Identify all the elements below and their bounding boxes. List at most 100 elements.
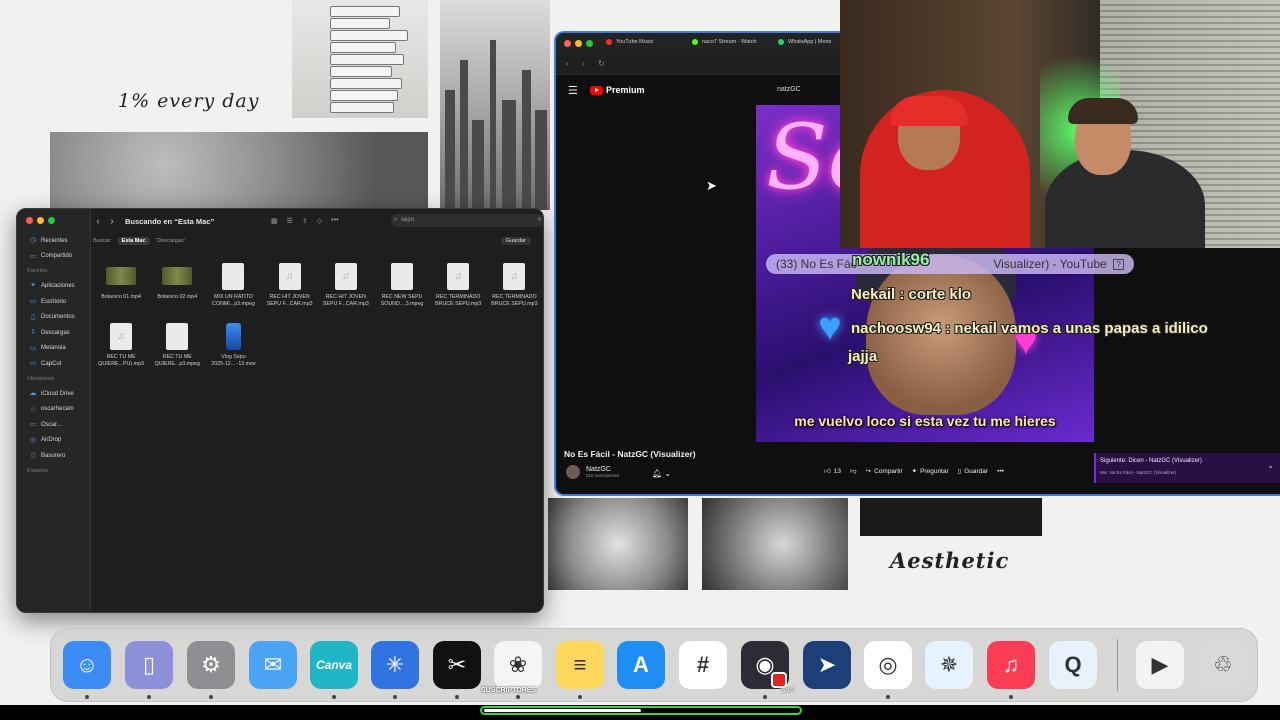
bell-icon[interactable]: 🔔︎ ⌄ [652,469,671,478]
audio-file-icon: ♫ [503,263,526,290]
sidebar-item-metanoia[interactable]: ▭ Metanoia [17,341,91,357]
back-arrow-icon[interactable]: ‹ [91,216,105,227]
sidebar-item-recientes[interactable]: ◷ Recientes [17,233,91,249]
tag-icon[interactable]: ◇ [317,217,322,225]
forward-arrow-icon[interactable]: › [105,216,119,227]
iphone-mirroring-icon[interactable]: ▯ [125,641,173,689]
sidebar-item-oscarhecam[interactable]: ⌂ oscarhecam [17,401,91,417]
search-field[interactable]: ⌕ sepu ✕ [391,214,543,227]
finder-window[interactable]: ◷ Recientes ▭ Compartido Favoritos ✦ Aplicacio… [16,208,544,613]
file-item[interactable]: ♫ REC TERMINADO BRUCE SEPU.mp3 [430,263,486,307]
zoom-button[interactable] [48,217,55,224]
progress-bar[interactable] [480,706,802,715]
file-item[interactable]: ♫ REC TU ME QUIERE...PU).mp3 [93,323,149,367]
ask-button[interactable]: ✦ Preguntar [912,467,949,476]
file-item[interactable]: ♫ REC HIT JOVEN SEPU F...CAR.mp3 [318,263,374,307]
channel-info[interactable]: NatzGC 510 suscriptores [566,465,619,479]
telegram-direct-icon[interactable]: ➤ [803,641,851,689]
dislike-button[interactable]: 👎︎ [850,467,857,475]
app-store-icon[interactable]: A [617,641,665,689]
building-shape [445,90,455,210]
thumbs-down-icon: 👎︎ [850,468,857,475]
sidebar-item-escritorio[interactable]: ▭ Escritorio [17,294,91,310]
clear-search-icon[interactable]: ✕ [537,214,542,227]
group-icon[interactable]: ☰ [287,217,293,225]
forward-arrow-icon[interactable]: › [582,59,585,68]
sidebar-item-aplicaciones[interactable]: ✦ Aplicaciones [17,278,91,294]
more-icon[interactable]: ••• [331,217,338,225]
safari-icon[interactable]: ✵ [925,641,973,689]
sidebar-item-descargas[interactable]: ⇩ Descargas [17,325,91,341]
browser-tab[interactable]: WhatsApp | Mens [778,39,831,45]
chatgpt-icon[interactable]: ❀ [494,641,542,689]
close-button[interactable] [564,40,571,47]
file-item[interactable]: MIX UN RATITO CONMI...p3.mpeg [205,263,261,307]
file-item[interactable]: Vlog Sepu 2025-12... -13.mov [205,323,261,367]
share-button[interactable]: ↪ Compartir [866,467,903,476]
grid-view-icon[interactable]: ▦ [271,217,278,225]
slack-icon[interactable]: # [679,641,727,689]
file-item[interactable]: Botanico 01.mp4 [93,263,149,307]
audio-file-icon: ♫ [110,323,133,350]
sidebar-heading: Ubicaciones [27,375,55,382]
system-settings-icon[interactable]: ⚙ [187,641,235,689]
minimize-button[interactable] [575,40,582,47]
youtube-logo[interactable]: Premium [590,85,645,95]
spark-icon[interactable]: ✳ [371,641,419,689]
book-shape [330,66,392,77]
file-name: REC TU ME QUIERE...p3.mpeg [154,354,200,367]
canva-icon[interactable]: Canva [310,641,358,689]
minimize-button[interactable] [37,217,44,224]
trash-icon[interactable]: ♲ [1199,641,1247,689]
zoom-button[interactable] [586,40,593,47]
file-grid: Botanico 01.mp4 Botanico 02.mp4 MIX UN RAT… [93,263,543,367]
notes-icon[interactable]: ≡ [556,641,604,689]
up-next-title: Siguiente: Dicen - NatzGC (Visualizer) [1100,458,1202,464]
music-icon[interactable]: ♫ [987,641,1035,689]
sidebar-item-compartido[interactable]: ▭ Compartido [17,249,91,265]
file-item[interactable]: ♫ REC HIT JOVEN SEPU F...CAR.mp3 [262,263,318,307]
file-item[interactable]: REC NEW SEPU SOUND....3.mpeg [374,263,430,307]
sidebar-item-documentos[interactable]: ▯ Documentos [17,309,91,325]
avatar[interactable] [566,465,580,479]
sidebar-item-airdrop[interactable]: ◎ AirDrop [17,433,91,449]
back-arrow-icon[interactable]: ‹ [566,59,569,68]
up-next-panel[interactable]: Siguiente: Dicen - NatzGC (Visualizer) M… [1094,453,1280,483]
quicktime-icon[interactable]: Q [1049,641,1097,689]
sidebar-item-icloud-drive[interactable]: ☁ iCloud Drive [17,386,91,402]
save-button[interactable]: ▯ Guardar [958,467,988,476]
dock: ☺ ▯ ⚙ ✉ Canva ✳ ✂ ❀ ≡ A # ◉ ➤ ◎ ✵ ♫ Q ▶ ♲ [50,628,1258,702]
search-scope-bar: Buscar: Esta Mac “Descargas” Guardar [91,235,543,247]
scope-downloads[interactable]: “Descargas” [156,238,186,244]
search-input[interactable]: natzGC [777,86,801,93]
browser-tab[interactable]: YouTube Music [606,39,654,45]
save-search-button[interactable]: Guardar [500,237,531,245]
chrome-icon[interactable]: ◎ [864,641,912,689]
video-file-icon[interactable]: ▶ [1136,641,1184,689]
scope-this-mac[interactable]: Esta Mac [117,237,150,245]
chat-username: nownik96 [852,250,930,269]
share-icon[interactable]: ⇪ [302,217,308,225]
close-button[interactable] [26,217,33,224]
like-button[interactable]: 👍︎ 13 [824,467,841,476]
file-item[interactable]: ♫ REC TERMINADO BRUCE SEPU.mp3 [486,263,542,307]
mail-icon[interactable]: ✉ [249,641,297,689]
home-icon: ⌂ [30,405,36,413]
browser-tab[interactable]: naco7 Stream - Watch [692,39,757,45]
file-item[interactable]: Botanico 02.mp4 [149,263,205,307]
file-item[interactable]: REC TU ME QUIERE...p3.mpeg [149,323,205,367]
channel-name[interactable]: NatzGC [586,466,619,473]
reload-icon[interactable]: ↻ [598,59,605,68]
chevron-down-icon[interactable]: ⌄ [1267,461,1274,470]
sidebar-heading: Etiquetas [27,467,48,474]
sidebar-item-oscar[interactable]: ▭ Oscar... [17,417,91,433]
building-shape [472,120,484,210]
file-name: MIX UN RATITO CONMI...p3.mpeg [212,294,255,307]
sidebar-item-basurero[interactable]: ▯ Basurero [17,448,91,464]
finder-icon[interactable]: ☺ [63,641,111,689]
sidebar-heading: Favoritos [27,268,48,275]
capcut-icon[interactable]: ✂ [433,641,481,689]
sidebar-item-capcut[interactable]: ▭ CapCut [17,356,91,372]
hamburger-menu-icon[interactable]: ☰ [568,84,578,97]
more-icon[interactable]: ••• [997,468,1004,475]
